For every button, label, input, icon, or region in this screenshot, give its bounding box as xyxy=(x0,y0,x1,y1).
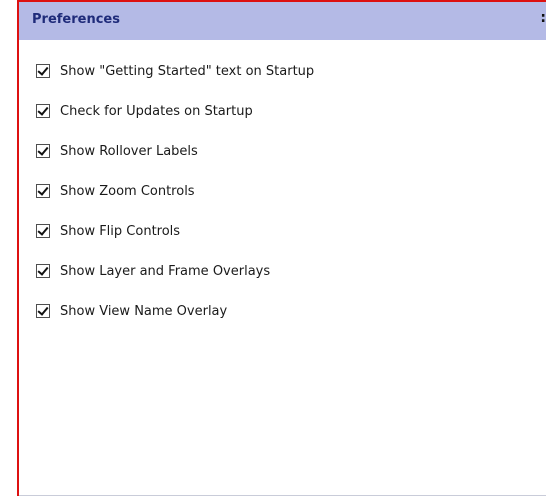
option-rollover-labels[interactable]: Show Rollover Labels xyxy=(36,142,198,160)
option-label: Show View Name Overlay xyxy=(60,303,228,319)
option-layer-frame-overlays[interactable]: Show Layer and Frame Overlays xyxy=(36,262,270,280)
option-label: Show "Getting Started" text on Startup xyxy=(60,63,315,79)
option-flip-controls[interactable]: Show Flip Controls xyxy=(36,222,180,240)
option-label: Show Layer and Frame Overlays xyxy=(60,263,271,279)
checkbox-rollover-labels[interactable] xyxy=(36,144,50,158)
checkbox-flip-controls[interactable] xyxy=(36,224,50,238)
option-label: Check for Updates on Startup xyxy=(60,103,253,119)
option-label: Show Flip Controls xyxy=(60,223,181,239)
option-view-name-overlay[interactable]: Show View Name Overlay xyxy=(36,302,227,320)
option-check-updates[interactable]: Check for Updates on Startup xyxy=(36,102,253,120)
option-zoom-controls[interactable]: Show Zoom Controls xyxy=(36,182,195,200)
checkbox-zoom-controls[interactable] xyxy=(36,184,50,198)
preferences-panel: Preferences : Show "Getting Started" tex… xyxy=(17,0,546,496)
option-show-getting-started[interactable]: Show "Getting Started" text on Startup xyxy=(36,62,314,80)
checkbox-check-updates[interactable] xyxy=(36,104,50,118)
panel-menu-icon[interactable]: : xyxy=(540,10,546,26)
option-label: Show Rollover Labels xyxy=(60,143,198,159)
checkbox-show-getting-started[interactable] xyxy=(36,64,50,78)
checkbox-view-name-overlay[interactable] xyxy=(36,304,50,318)
panel-title: Preferences xyxy=(32,12,120,27)
checkbox-layer-frame-overlays[interactable] xyxy=(36,264,50,278)
panel-titlebar: Preferences : xyxy=(19,2,546,40)
option-label: Show Zoom Controls xyxy=(60,183,195,199)
